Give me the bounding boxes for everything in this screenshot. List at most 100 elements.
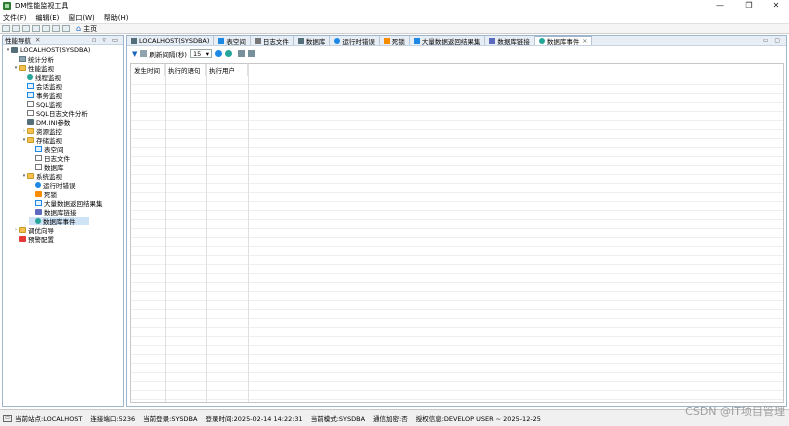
events-table: 发生时间 执行的语句 执行用户 [130,63,784,403]
tab-logfile[interactable]: 日志文件 [251,36,294,46]
export-icon[interactable] [237,50,245,57]
sql-log-icon [27,110,34,116]
nav-title[interactable]: 性能导航 [5,35,31,45]
copy-icon[interactable] [32,25,40,32]
event-icon [35,218,41,224]
tree-item-sql-log[interactable]: SQL日志文件分析 [21,109,88,118]
tree-item-resource-monitor[interactable]: › 资源监控 [21,127,62,136]
tree-item-db-links[interactable]: 数据库链接 [29,208,77,217]
tree-item-deadlock[interactable]: 死锁 [29,190,57,199]
tab-localhost[interactable]: LOCALHOST(SYSDBA) [127,36,215,45]
app-icon [3,2,11,10]
tab-tablespace[interactable]: 表空间 [214,36,251,46]
nav-view-controls[interactable]: ▫ ▿ ▭ [92,36,120,44]
status-encrypt: 通信加密:否 [373,415,408,423]
forward-icon[interactable] [52,25,60,32]
tree-item-database[interactable]: 数据库 [29,163,64,172]
status-panel-icon[interactable]: ▭ [3,414,12,422]
session-icon [27,83,34,89]
tab-large-result[interactable]: 大量数据返回结果集 [410,36,486,46]
tab-running-errors[interactable]: 运行时错误 [330,36,380,46]
undo-icon[interactable] [62,25,70,32]
back-icon[interactable] [42,25,50,32]
tree-item-large-result[interactable]: 大量数据返回结果集 [29,199,103,208]
menu-edit[interactable]: 编辑(E) [36,13,60,23]
tab-close-icon[interactable]: ✕ [582,38,587,45]
tree-item-txn-monitor[interactable]: 事务监视 [21,91,62,100]
resultset-icon [413,37,420,44]
menu-window[interactable]: 窗口(W) [68,13,94,23]
transaction-icon [27,92,34,98]
refresh-interval-label: 刷新间隔(秒) [149,50,187,59]
title-bar: DM性能监视工具 — ❐ ✕ [0,0,789,12]
database-icon [35,164,42,170]
menu-help[interactable]: 帮助(H) [104,13,129,23]
tree-item-system-monitor[interactable]: ▾ 系统监视 [21,172,62,181]
table-body [131,76,783,402]
folder-icon [19,65,26,71]
refresh-interval-select[interactable]: 15 ▾ [189,49,212,58]
tree-item-alert-config[interactable]: 预警配置 [13,235,54,244]
tree-item-ini-params[interactable]: DM.INI参数 [21,118,70,127]
tab-db-events[interactable]: 数据库事件 ✕ [534,36,593,46]
tablespace-icon [35,146,42,152]
editor-area: LOCALHOST(SYSDBA) 表空间 日志文件 数据库 运行时错误 死锁 … [126,35,787,407]
auto-refresh-icon[interactable] [224,50,232,57]
tree-item-running-errors[interactable]: 运行时错误 [29,181,76,190]
minimize-button[interactable]: — [707,0,733,12]
tree-item-sql-monitor[interactable]: SQL监视 [21,100,62,109]
home-button[interactable]: ⌂ 主页 [76,24,97,34]
cut-icon[interactable] [22,25,30,32]
column-header-user[interactable]: 执行用户 [206,64,248,76]
menu-bar: 文件(F) 编辑(E) 窗口(W) 帮助(H) [0,12,789,23]
table-header: 发生时间 执行的语句 执行用户 [131,64,783,76]
maximize-button[interactable]: ❐ [736,0,762,12]
status-login: 当前登录:SYSDBA [143,415,198,423]
stats-icon [19,56,26,62]
database-icon [297,37,304,44]
sql-icon [27,101,34,107]
editor-view-controls[interactable]: ▭ ▢ [763,36,782,45]
tablespace-icon [218,37,225,44]
tab-database[interactable]: 数据库 [294,36,331,46]
logfile-icon [254,37,261,44]
window-title: DM性能监视工具 [15,2,69,10]
tree-item-stats[interactable]: 统计分析 [13,55,54,64]
folder-icon [27,137,34,143]
filter-icon[interactable]: ▼ [132,50,137,58]
link-icon [35,209,42,215]
save-icon[interactable] [2,25,10,32]
tree-item-tuning-wizard[interactable]: › 调优向导 [13,226,54,235]
save-all-icon[interactable] [12,25,20,32]
chevron-down-icon: ▾ [205,49,209,58]
column-header-statement[interactable]: 执行的语句 [165,64,206,76]
resultset-icon [35,200,42,206]
tree-item-storage-monitor[interactable]: ▾ 存储监视 [21,136,62,145]
refresh-icon[interactable] [214,50,222,57]
nav-close-icon[interactable]: ✕ [35,36,40,44]
tree-item-tablespace[interactable]: 表空间 [29,145,64,154]
tab-deadlock[interactable]: 死锁 [380,36,410,46]
columns-icon[interactable] [247,50,255,57]
tab-db-links[interactable]: 数据库链接 [485,36,535,46]
server-icon [131,37,137,44]
refresh-toggle-icon[interactable] [140,50,148,57]
error-icon [334,37,341,44]
main-toolbar: ⌂ 主页 [0,23,789,34]
ini-icon [27,119,34,125]
error-icon [35,182,41,188]
tree-root[interactable]: ▾ LOCALHOST(SYSDBA) [5,46,91,54]
logfile-icon [35,155,42,161]
tree-item-db-events[interactable]: 数据库事件 [29,217,89,226]
column-header-time[interactable]: 发生时间 [131,64,165,76]
tree-item-thread-monitor[interactable]: 线程监视 [21,73,61,82]
status-site: 当前站点:LOCALHOST [15,415,83,423]
watermark: CSDN @IT项目管理 [685,405,785,418]
tree-item-logfile[interactable]: 日志文件 [29,154,70,163]
performance-nav-pane: 性能导航 ✕ ▫ ▿ ▭ ▾ LOCALHOST(SYSDBA) 统计分析 ▾ … [2,35,124,407]
tree-item-session-monitor[interactable]: 会话监视 [21,82,62,91]
menu-file[interactable]: 文件(F) [3,13,27,23]
close-button[interactable]: ✕ [763,0,789,12]
tree-item-perf-monitor[interactable]: ▾ 性能监视 [13,64,54,73]
server-icon [11,47,18,53]
